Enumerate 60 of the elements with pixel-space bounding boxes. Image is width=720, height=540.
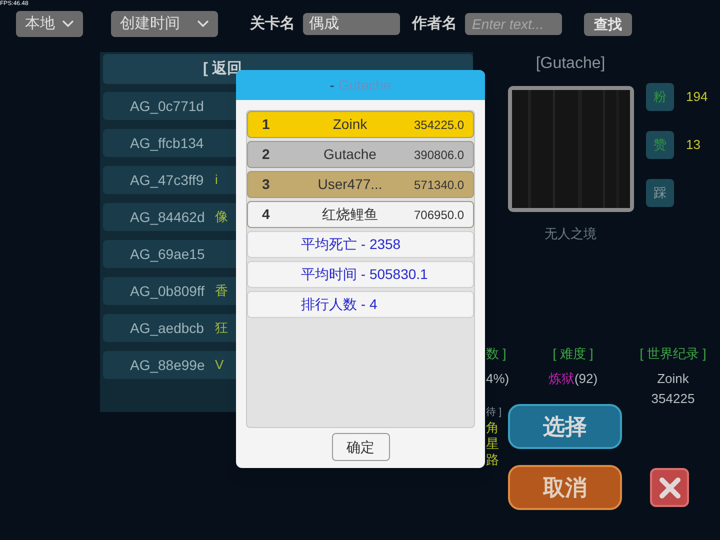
stat-value: 4%) bbox=[486, 370, 510, 388]
level-id: AG_88e99e bbox=[130, 356, 206, 375]
player-name: User477... bbox=[316, 175, 384, 194]
difficulty-value: 炼狱(92) bbox=[548, 370, 598, 388]
summary-text: 平均时间 - 505830.1 bbox=[301, 265, 428, 284]
level-id: AG_69ae15 bbox=[130, 244, 206, 264]
author-name: [Gutache] bbox=[536, 54, 606, 74]
player-name: 红烧鲤鱼 bbox=[321, 205, 379, 224]
level-name-field[interactable]: 偶成 bbox=[303, 13, 400, 35]
level-id: AG_aedbcb bbox=[130, 318, 205, 338]
player-score: 571340.0 bbox=[414, 176, 464, 194]
rank-number: 1 bbox=[261, 115, 271, 134]
reaction-count: 194 bbox=[686, 88, 708, 106]
search-button[interactable]: 查找 bbox=[584, 12, 632, 36]
tag-text: 星 bbox=[486, 436, 499, 452]
reaction-count: 13 bbox=[686, 136, 700, 154]
sort-dropdown[interactable]: 创建时间 bbox=[111, 11, 218, 37]
summary-text: 排行人数 - 4 bbox=[301, 295, 378, 314]
level-id: AG_ffcb134 bbox=[130, 134, 205, 153]
level-name-label: 关卡名 bbox=[250, 14, 295, 34]
stat-header: 数 ] bbox=[486, 344, 506, 363]
record-holder: Zoink bbox=[657, 370, 689, 388]
reaction-button[interactable]: 赞 bbox=[646, 131, 674, 159]
reaction-button[interactable]: 踩 bbox=[646, 179, 674, 207]
summary-text: 平均死亡 - 2358 bbox=[301, 235, 401, 254]
player-score: 354225.0 bbox=[414, 116, 464, 134]
rank-number: 3 bbox=[261, 175, 271, 194]
player-score: 706950.0 bbox=[414, 206, 464, 224]
level-id: AG_47c3ff9 bbox=[130, 170, 205, 190]
source-dropdown[interactable]: 本地 bbox=[16, 11, 83, 37]
rank-number: 4 bbox=[261, 205, 271, 224]
player-name: Gutache bbox=[322, 145, 378, 164]
close-icon bbox=[658, 476, 680, 498]
ok-button[interactable]: 确定 bbox=[332, 433, 390, 461]
level-name: 狂 bbox=[215, 319, 228, 338]
tag-text: 角 bbox=[486, 420, 499, 436]
level-name: 像 bbox=[215, 208, 228, 226]
level-name: i bbox=[215, 171, 218, 190]
stat-header: 待 ] bbox=[486, 406, 502, 420]
chevron-down-icon bbox=[62, 20, 74, 28]
world-record-header: [ 世界纪录 ] bbox=[640, 344, 706, 363]
player-name: Zoink bbox=[332, 115, 368, 134]
select-button[interactable]: 选择 bbox=[508, 404, 622, 449]
level-id: AG_0b809ff bbox=[130, 282, 206, 301]
chevron-down-icon bbox=[197, 20, 209, 28]
cancel-button[interactable]: 取消 bbox=[508, 465, 622, 510]
record-time: 354225 bbox=[651, 390, 695, 408]
level-id: AG_0c771d bbox=[130, 96, 205, 116]
close-button[interactable] bbox=[650, 468, 689, 507]
level-id: AG_84462d bbox=[130, 208, 206, 227]
author-field[interactable]: Enter text... bbox=[465, 13, 562, 35]
level-title: 无人之境 bbox=[544, 225, 596, 243]
author-label: 作者名 bbox=[412, 14, 457, 34]
level-name: 香 bbox=[215, 282, 228, 300]
player-score: 390806.0 bbox=[414, 146, 464, 164]
rank-number: 2 bbox=[261, 145, 271, 164]
reaction-button[interactable]: 粉 bbox=[646, 83, 674, 111]
tag-text: 路 bbox=[486, 452, 499, 468]
level-name: V bbox=[215, 356, 224, 374]
difficulty-header: [ 难度 ] bbox=[552, 344, 594, 363]
